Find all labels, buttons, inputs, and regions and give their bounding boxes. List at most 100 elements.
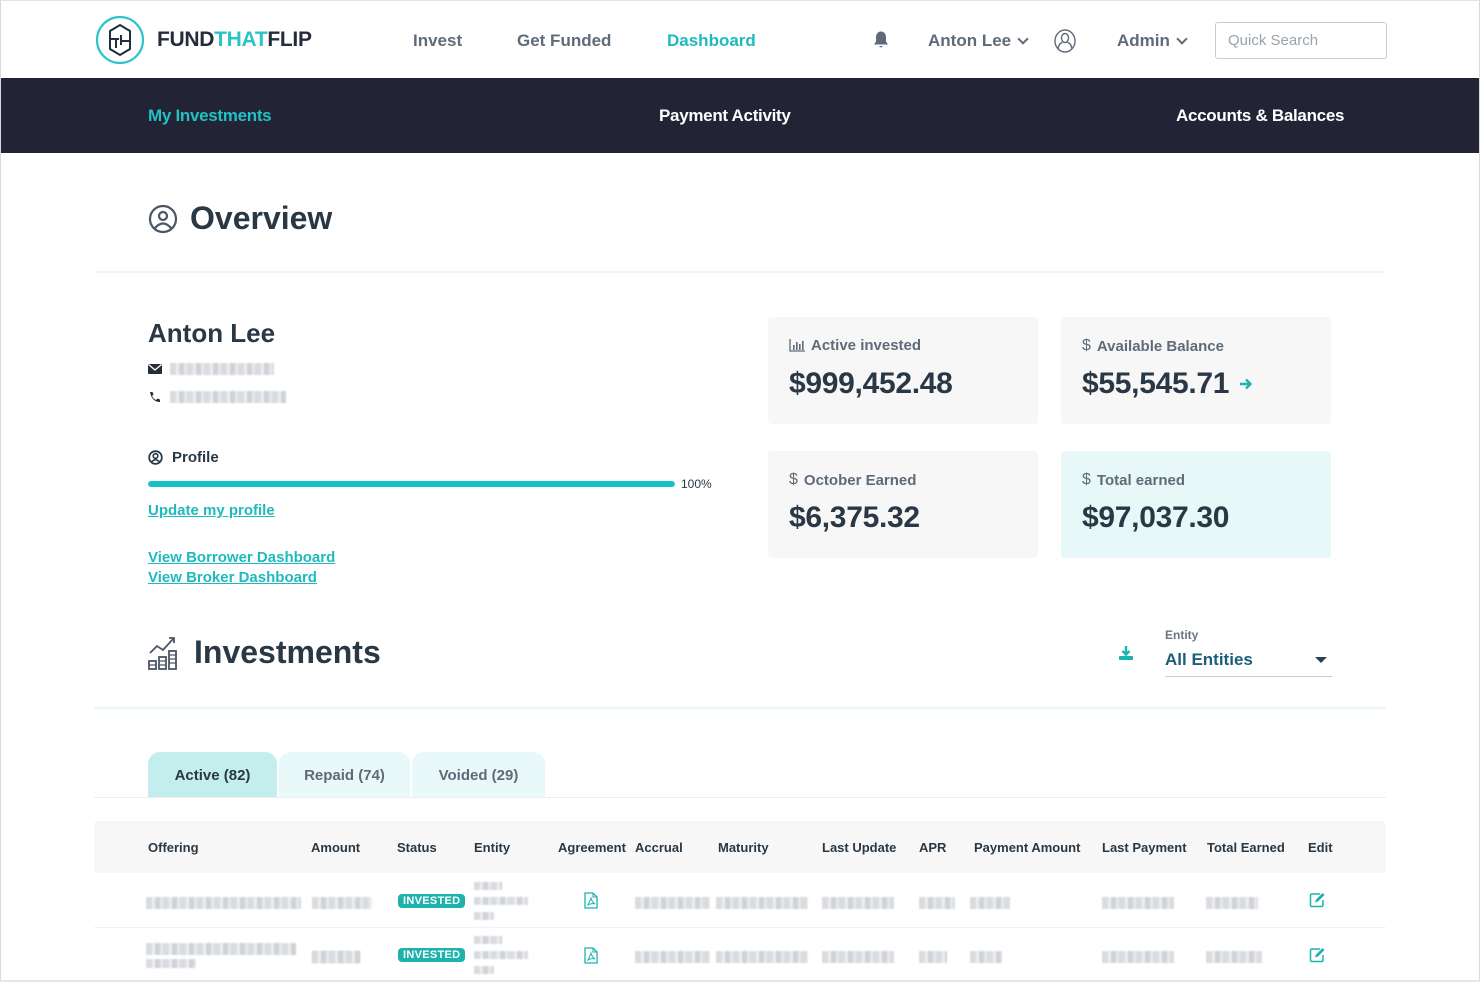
last-payment-cell-redacted xyxy=(1102,951,1174,963)
subnav-my-investments[interactable]: My Investments xyxy=(148,106,272,126)
user-menu[interactable]: Anton Lee xyxy=(928,31,1029,51)
stat-value: $999,452.48 xyxy=(789,367,953,400)
column-header-maturity[interactable]: Maturity xyxy=(718,840,769,855)
arrow-right-icon[interactable] xyxy=(1239,377,1253,391)
profile-progress-bar xyxy=(148,481,675,487)
entity-filter-label: Entity xyxy=(1165,628,1199,642)
accrual-cell-redacted xyxy=(635,897,710,909)
payment-amount-cell-redacted xyxy=(970,897,1010,909)
view-broker-dashboard-link[interactable]: View Broker Dashboard xyxy=(148,569,317,586)
subnav-accounts-balances[interactable]: Accounts & Balances xyxy=(1176,106,1344,126)
stat-card-october-earned: $ October Earned $6,375.32 xyxy=(768,451,1038,558)
total-earned-cell-redacted xyxy=(1206,951,1262,963)
growth-chart-icon xyxy=(148,636,177,670)
column-header-last-update[interactable]: Last Update xyxy=(822,840,896,855)
pdf-icon[interactable] xyxy=(584,892,598,909)
last-payment-cell-redacted xyxy=(1102,897,1174,909)
edit-icon[interactable] xyxy=(1309,947,1326,963)
brand-wordmark: FUNDTHATFLIP xyxy=(157,28,312,51)
offering-cell-redacted[interactable] xyxy=(146,959,196,968)
dollar-icon: $ xyxy=(1082,337,1091,354)
overview-title: Overview xyxy=(190,200,333,236)
entity-filter-value: All Entities xyxy=(1165,650,1253,669)
stat-value: $6,375.32 xyxy=(789,501,920,534)
tabs-baseline xyxy=(94,797,1386,798)
column-header-last-payment[interactable]: Last Payment xyxy=(1102,840,1187,855)
column-header-apr[interactable]: APR xyxy=(919,840,946,855)
entity-cell-redacted xyxy=(474,951,528,959)
column-header-payment-amount[interactable]: Payment Amount xyxy=(974,840,1080,855)
top-header: FUNDTHATFLIP Invest Get Funded Dashboard… xyxy=(1,1,1479,77)
investments-table-header: Offering Amount Status Entity Agreement … xyxy=(94,821,1386,873)
column-header-status[interactable]: Status xyxy=(397,840,437,855)
profile-progress-percent: 100% xyxy=(681,477,712,491)
stat-card-active-invested: Active invested $999,452.48 xyxy=(768,317,1038,424)
status-badge: INVESTED xyxy=(398,948,466,962)
admin-menu-label: Admin xyxy=(1117,31,1170,50)
nav-invest[interactable]: Invest xyxy=(413,31,462,51)
column-header-offering[interactable]: Offering xyxy=(148,840,199,855)
bell-icon[interactable] xyxy=(872,30,890,50)
amount-cell-redacted xyxy=(312,951,360,963)
divider xyxy=(94,707,1386,709)
stat-label: Active invested xyxy=(811,337,922,354)
maturity-cell-redacted xyxy=(716,951,808,963)
view-borrower-dashboard-link[interactable]: View Borrower Dashboard xyxy=(148,549,335,566)
user-circle-icon xyxy=(148,204,178,233)
phone-icon xyxy=(150,392,160,402)
pdf-icon[interactable] xyxy=(584,947,598,964)
stat-value: $55,545.71 xyxy=(1082,367,1230,400)
table-row[interactable]: INVESTED xyxy=(94,929,1386,982)
chevron-down-icon xyxy=(1176,32,1188,45)
profile-progress-fill xyxy=(148,481,675,487)
last-update-cell-redacted xyxy=(822,951,894,963)
dollar-icon: $ xyxy=(789,471,798,488)
edit-icon[interactable] xyxy=(1309,892,1326,908)
last-update-cell-redacted xyxy=(822,897,894,909)
entity-cell-redacted xyxy=(474,966,494,974)
column-header-edit: Edit xyxy=(1308,840,1333,855)
caret-down-icon xyxy=(1315,657,1327,663)
phone-row xyxy=(148,391,286,403)
phone-value-redacted xyxy=(170,391,286,403)
investment-tabs: Active (82) Repaid (74) Voided (29) xyxy=(148,752,547,798)
stat-card-total-earned: $ Total earned $97,037.30 xyxy=(1061,451,1331,558)
secondary-nav: My Investments Payment Activity Accounts… xyxy=(1,78,1479,153)
stat-label: October Earned xyxy=(803,471,917,489)
bar-chart-icon xyxy=(789,339,805,352)
tab-repaid[interactable]: Repaid (74) xyxy=(279,752,410,798)
investments-heading: Investments xyxy=(148,634,381,671)
entity-cell-redacted xyxy=(474,936,502,944)
user-menu-label: Anton Lee xyxy=(928,31,1012,50)
offering-cell-redacted[interactable] xyxy=(146,897,301,909)
update-profile-link[interactable]: Update my profile xyxy=(148,502,275,519)
profile-label-text: Profile xyxy=(172,449,219,466)
divider xyxy=(94,271,1386,273)
offering-cell-redacted[interactable] xyxy=(146,943,296,955)
column-header-accrual[interactable]: Accrual xyxy=(635,840,683,855)
subnav-payment-activity[interactable]: Payment Activity xyxy=(659,106,791,126)
entity-cell-redacted xyxy=(474,897,528,905)
column-header-amount[interactable]: Amount xyxy=(311,840,360,855)
entity-cell-redacted xyxy=(474,912,494,920)
column-header-total-earned[interactable]: Total Earned xyxy=(1207,840,1285,855)
maturity-cell-redacted xyxy=(716,897,808,909)
table-row[interactable]: INVESTED xyxy=(94,874,1386,928)
user-circle-icon[interactable] xyxy=(1054,29,1076,53)
quick-search-input[interactable] xyxy=(1215,22,1387,59)
admin-menu[interactable]: Admin xyxy=(1117,31,1188,51)
nav-get-funded[interactable]: Get Funded xyxy=(517,31,611,51)
column-header-entity[interactable]: Entity xyxy=(474,840,510,855)
nav-dashboard[interactable]: Dashboard xyxy=(667,31,756,51)
envelope-icon xyxy=(148,364,162,374)
column-header-agreement[interactable]: Agreement xyxy=(558,840,626,855)
tab-active[interactable]: Active (82) xyxy=(148,752,277,798)
download-icon[interactable] xyxy=(1118,645,1134,661)
entity-filter-select[interactable]: All Entities xyxy=(1165,648,1332,677)
stat-card-available-balance: $ Available Balance $55,545.71 xyxy=(1061,317,1331,424)
brand-logo[interactable]: FUNDTHATFLIP xyxy=(95,15,312,65)
overview-heading: Overview xyxy=(148,200,332,237)
tab-voided[interactable]: Voided (29) xyxy=(412,752,545,798)
chevron-down-icon xyxy=(1017,32,1029,45)
apr-cell-redacted xyxy=(919,897,955,909)
